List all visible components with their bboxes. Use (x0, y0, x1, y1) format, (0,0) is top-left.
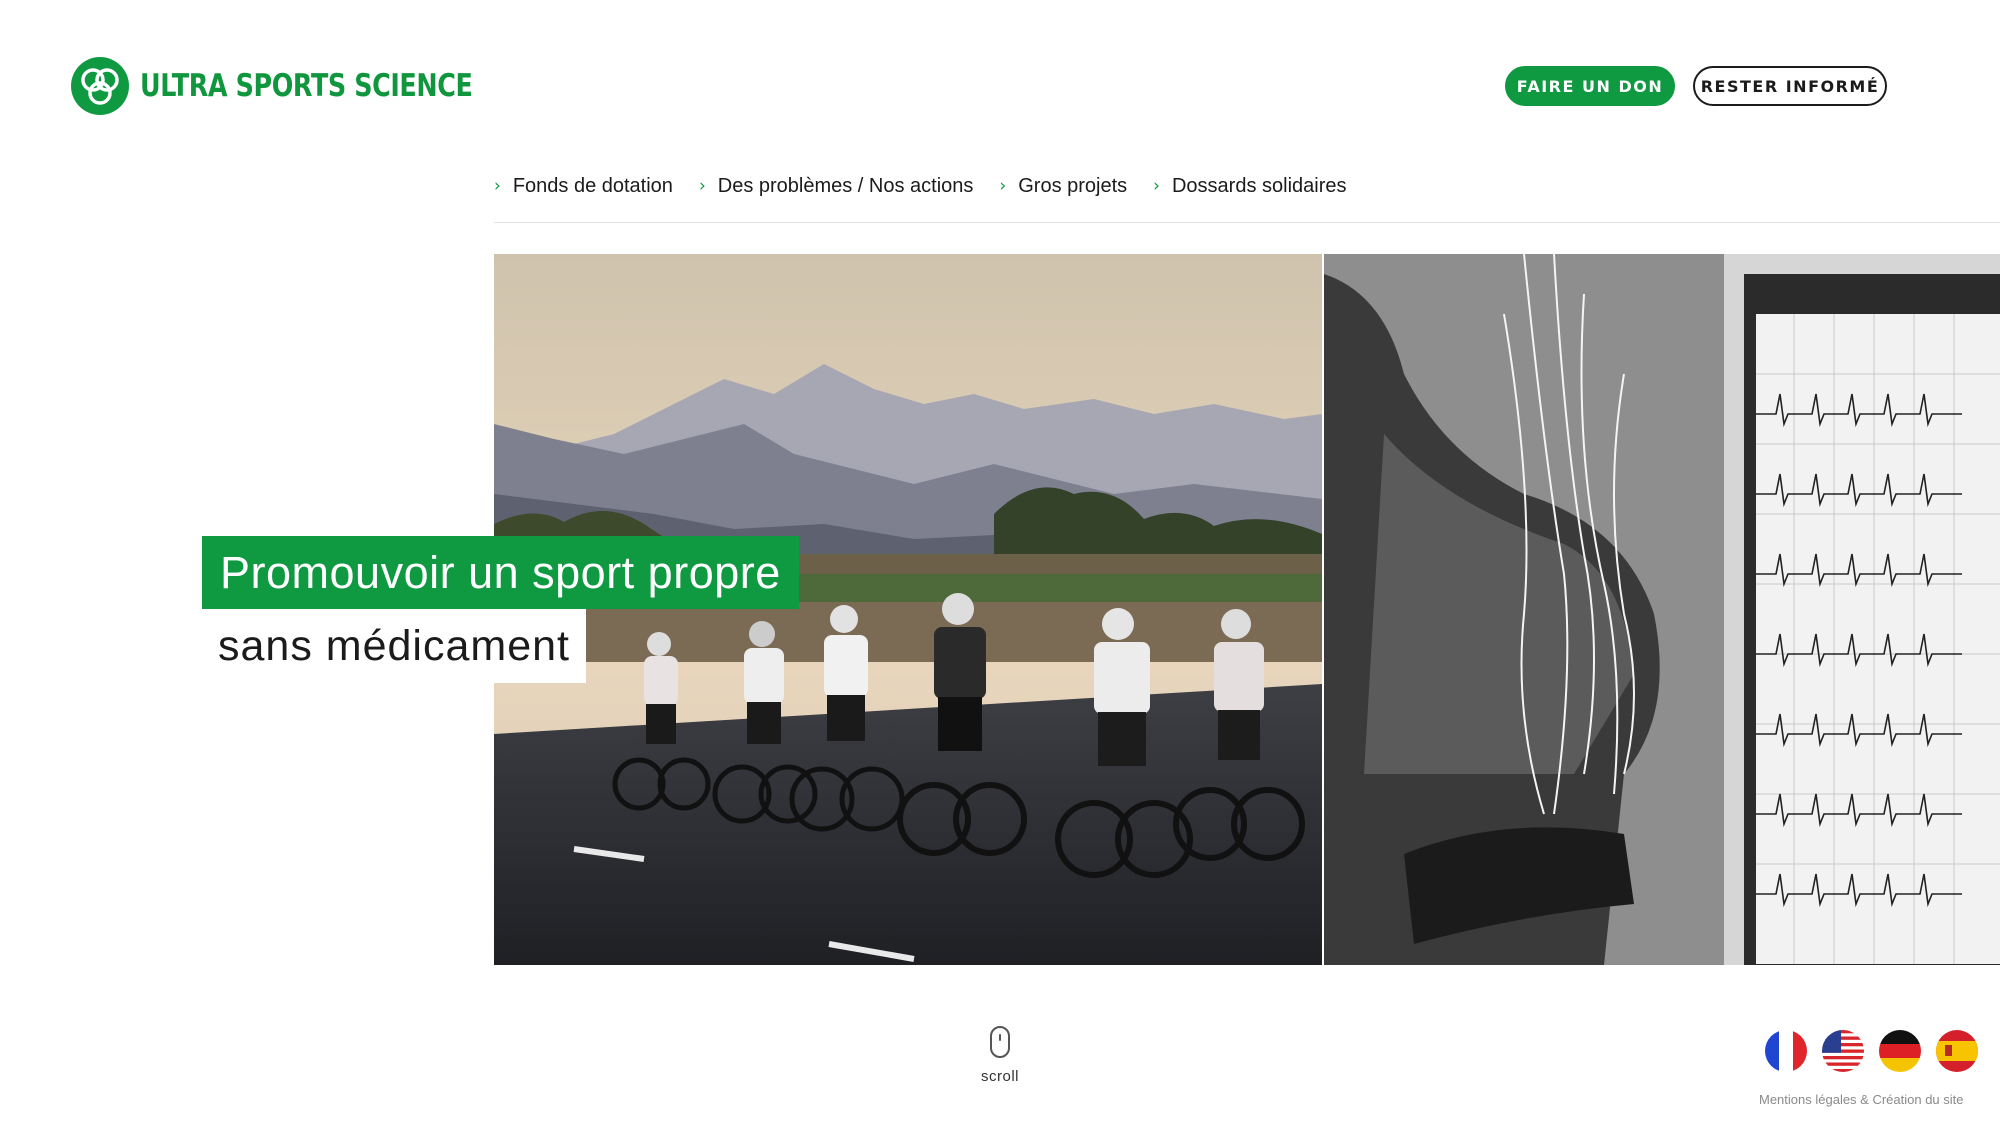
hero-banner (494, 254, 2000, 965)
nav-item-gros-projets[interactable]: › Gros projets (999, 168, 1127, 204)
athlete-ecg-photo (1324, 254, 2000, 965)
three-rings-logo-icon (71, 57, 129, 115)
main-nav: › Fonds de dotation › Des problèmes / No… (494, 168, 2000, 223)
nav-item-fonds-de-dotation[interactable]: › Fonds de dotation (494, 168, 673, 204)
chevron-right-icon: › (698, 176, 706, 196)
nav-item-dossards-solidaires[interactable]: › Dossards solidaires (1153, 168, 1346, 204)
flag-de-icon[interactable] (1879, 1030, 1921, 1072)
stay-informed-button[interactable]: RESTER INFORMÉ (1693, 66, 1887, 106)
nav-item-label: Dossards solidaires (1171, 174, 1347, 197)
flag-es-icon[interactable] (1936, 1030, 1978, 1072)
scroll-indicator[interactable]: scroll (970, 1026, 1030, 1085)
flag-us-icon[interactable] (1822, 1030, 1864, 1072)
cyclists-peloton-photo (494, 254, 1322, 965)
nav-item-label: Des problèmes / Nos actions (717, 174, 974, 197)
hero-headline-line2: sans médicament (202, 609, 586, 683)
legal-notice-link[interactable]: Mentions légales & Création du site (1759, 1092, 1964, 1107)
scroll-label: scroll (980, 1068, 1019, 1085)
donate-button[interactable]: FAIRE UN DON (1505, 66, 1675, 106)
site-logo[interactable]: ULTRA SPORTS SCIENCE (70, 56, 545, 116)
brand-name: ULTRA SPORTS SCIENCE (140, 68, 473, 104)
nav-item-label: Gros projets (1018, 174, 1128, 197)
flag-fr-icon[interactable] (1765, 1030, 1807, 1072)
nav-item-label: Fonds de dotation (512, 174, 673, 197)
chevron-right-icon: › (494, 176, 501, 196)
chevron-right-icon: › (1153, 176, 1160, 196)
mouse-icon (990, 1026, 1010, 1058)
language-switcher (1765, 1030, 1978, 1072)
nav-item-problemes-actions[interactable]: › Des problèmes / Nos actions (699, 168, 973, 204)
chevron-right-icon: › (999, 176, 1007, 196)
hero-headline-line1: Promouvoir un sport propre (202, 536, 799, 609)
